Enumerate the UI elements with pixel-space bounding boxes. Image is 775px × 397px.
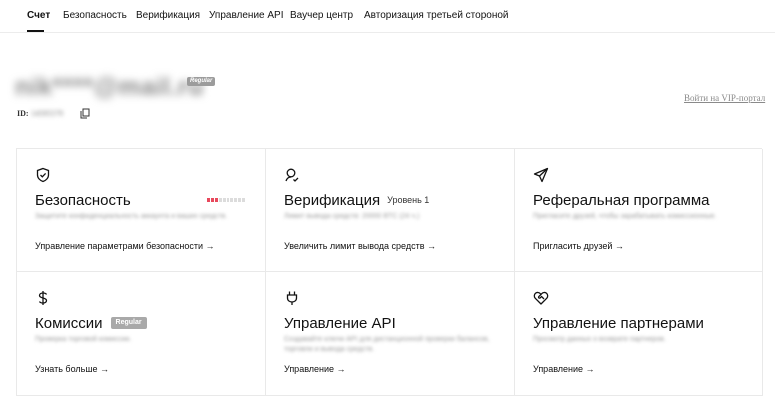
shield-check-icon [36,167,50,183]
security-meter-segment [214,198,218,202]
uid-label: ID: [17,109,29,118]
tab-security[interactable]: Безопасность [63,10,127,21]
manage-security-link[interactable]: Управление параметрами безопасности → [35,241,215,251]
card-title: Комиссии Regular [35,315,147,332]
fee-tier-badge: Regular [110,317,147,329]
active-tab-indicator [27,30,44,32]
security-level-meter [207,198,246,202]
card-title-text: Верификация [284,192,381,209]
card-verification: Верификация Уровень 1 Лимит вывода средст… [266,149,515,272]
verification-level: Уровень 1 [387,195,430,205]
vip-portal-link[interactable]: Войти на VIP-портал [684,93,765,103]
card-description: Лимит вывода средств: 20000 BTC (24 ч.) [284,213,420,220]
card-api-management: Управление API Создавайте ключи API для … [266,272,515,396]
card-description: Просмотр данных о возврате партнеров. [533,336,666,343]
card-partner-management: Управление партнерами Просмотр данных о … [515,272,763,396]
uid-value: 14595579 [31,109,63,118]
card-title: Реферальная программа [533,192,710,209]
tab-voucher-center[interactable]: Ваучер центр [290,10,353,21]
card-referral: Реферальная программа Пригласите друзей,… [515,149,763,272]
security-meter-segment [207,198,210,202]
security-meter-segment [226,198,230,202]
card-description: Создавайте ключи API для дистанционной п… [284,336,490,353]
security-meter-segment [218,198,222,202]
card-description: Пригласите друзей, чтобы зарабатывать ко… [533,213,717,220]
invite-friends-link[interactable]: Пригласить друзей → [533,241,624,251]
card-title: Верификация Уровень 1 [284,192,429,209]
manage-api-link[interactable]: Управление → [284,364,346,374]
security-meter-segment [234,198,238,202]
security-meter-segment [210,198,214,202]
security-meter-segment [222,198,226,202]
card-description: Проверка торговой комиссии. [35,336,132,343]
security-meter-segment [238,198,242,202]
account-tier-badge: Regular [187,77,216,86]
account-cards-grid: Безопасность Защитите конфиденциальность… [16,148,763,396]
tab-verification[interactable]: Верификация [136,10,200,21]
increase-limit-link[interactable]: Увеличить лимит вывода средств → [284,241,436,251]
heart-handshake-icon [533,291,549,305]
dollar-icon [38,291,48,305]
learn-more-link[interactable]: Узнать больше → [35,364,109,374]
manage-partners-link[interactable]: Управление → [533,364,595,374]
copy-icon[interactable] [80,108,90,119]
card-title: Управление API [284,315,396,332]
card-security: Безопасность Защитите конфиденциальность… [17,149,266,272]
security-meter-segment [242,198,246,202]
tab-account[interactable]: Счет [27,10,50,21]
card-title-text: Комиссии [35,315,103,332]
paper-plane-icon [533,167,549,183]
tab-api-management[interactable]: Управление API [209,10,284,21]
security-meter-segment [230,198,234,202]
card-title: Безопасность [35,192,131,209]
plug-icon [286,291,298,305]
account-tabs: Счет Безопасность Верификация Управление… [0,0,775,33]
card-title: Управление партнерами [533,315,704,332]
tab-third-party-auth[interactable]: Авторизация третьей стороной [364,10,509,21]
card-description: Защитите конфиденциальность аккаунта и в… [35,213,228,220]
account-email: nik****@mail.ru [15,73,204,101]
card-fees: Комиссии Regular Проверка торговой комисс… [17,272,266,396]
user-verify-icon [285,168,299,182]
